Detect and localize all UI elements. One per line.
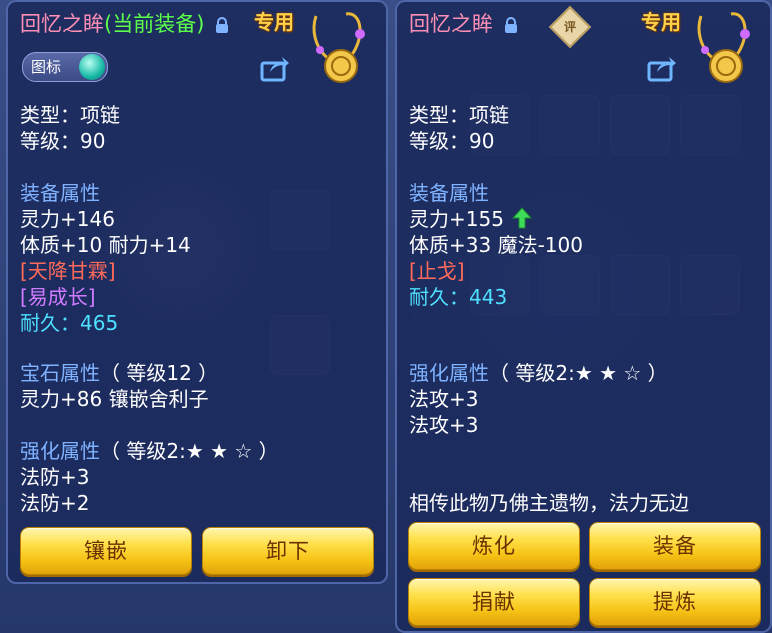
icon-toggle[interactable]: 图标: [22, 52, 108, 82]
exclusive-tag: 专用: [254, 10, 294, 34]
enhance-line: 法防+2: [20, 491, 90, 515]
item-type: 类型：项链: [409, 103, 509, 127]
share-icon[interactable]: [260, 54, 290, 82]
compare-item-tooltip: 回忆之眸 评 专用 类型：项链 等级：90 装备属性 灵力+155 体质+33 …: [395, 0, 772, 633]
extract-button-label: 提炼: [653, 590, 697, 614]
item-title: 回忆之眸(当前装备): [20, 10, 229, 38]
icon-toggle-label: 图标: [31, 58, 62, 76]
attr-line: 体质+10 耐力+14: [20, 233, 191, 257]
toggle-knob: [79, 54, 105, 80]
equip-attr-header: 装备属性: [20, 181, 100, 205]
attr-line: 体质+33 魔法-100: [409, 233, 583, 257]
item-level: 等级：90: [20, 129, 106, 153]
refine-button[interactable]: 炼化: [408, 522, 580, 570]
enhance-level: （ 等级2:★ ★ ☆ ）: [100, 439, 279, 463]
donate-button[interactable]: 捐献: [408, 578, 580, 626]
attr-line: 灵力+155: [409, 207, 504, 231]
gem-level: （ 等级12 ）: [100, 361, 219, 385]
attr-line-row: 灵力+155: [409, 206, 533, 232]
durability-value: 443: [469, 285, 508, 309]
durability-label: 耐久：: [409, 285, 469, 309]
durability-label: 耐久：: [20, 311, 80, 335]
enhance-attr-row: 强化属性（ 等级2:★ ★ ☆ ）: [20, 438, 279, 464]
unequip-button[interactable]: 卸下: [202, 527, 374, 575]
equip-attr-header: 装备属性: [409, 181, 489, 205]
gem-header: 宝石属性: [20, 361, 100, 385]
item-name: 回忆之眸: [409, 12, 493, 36]
special-skill: [易成长]: [20, 285, 96, 309]
enhance-line: 法攻+3: [409, 387, 479, 411]
item-title: 回忆之眸: [409, 10, 518, 38]
item-level: 等级：90: [409, 129, 495, 153]
equipped-status: (当前装备): [104, 12, 205, 36]
lock-icon: [216, 17, 229, 33]
special-effect: [止戈]: [409, 259, 465, 283]
durability: 耐久：465: [20, 310, 118, 336]
enhance-line: 法防+3: [20, 465, 90, 489]
necklace-icon: [697, 12, 750, 83]
exclusive-tag: 专用: [641, 10, 681, 34]
equipped-item-tooltip: 回忆之眸(当前装备) 专用 图标 类型：项链 等级：90 装备属性 灵力+146…: [6, 0, 388, 584]
enhance-level: （ 等级2:★ ★ ☆ ）: [489, 361, 668, 385]
appraise-badge-label: 评: [563, 20, 576, 34]
enhance-attr-row: 强化属性（ 等级2:★ ★ ☆ ）: [409, 360, 668, 386]
special-effect: [天降甘霖]: [20, 259, 116, 283]
extract-button[interactable]: 提炼: [589, 578, 761, 626]
gem-attr-row: 宝石属性（ 等级12 ）: [20, 360, 218, 386]
equip-button[interactable]: 装备: [589, 522, 761, 570]
durability-value: 465: [80, 311, 119, 335]
durability: 耐久：443: [409, 284, 507, 310]
share-icon[interactable]: [647, 54, 677, 82]
item-description: 相传此物乃佛主遗物，法力无边: [409, 491, 689, 515]
appraise-badge[interactable]: 评: [548, 5, 592, 49]
gem-attr: 灵力+86 镶嵌舍利子: [20, 387, 209, 411]
donate-button-label: 捐献: [472, 590, 516, 614]
lock-icon: [504, 17, 517, 33]
inlay-button[interactable]: 镶嵌: [20, 527, 192, 575]
equip-button-label: 装备: [653, 534, 697, 558]
enhance-header: 强化属性: [20, 439, 100, 463]
refine-button-label: 炼化: [472, 534, 516, 558]
item-name: 回忆之眸: [20, 12, 104, 36]
arrow-up-icon: [512, 207, 533, 229]
enhance-header: 强化属性: [409, 361, 489, 385]
item-type: 类型：项链: [20, 103, 120, 127]
attr-line: 灵力+146: [20, 207, 115, 231]
necklace-icon: [312, 12, 365, 83]
enhance-line: 法攻+3: [409, 413, 479, 437]
inlay-button-label: 镶嵌: [84, 539, 128, 563]
unequip-button-label: 卸下: [266, 539, 310, 563]
